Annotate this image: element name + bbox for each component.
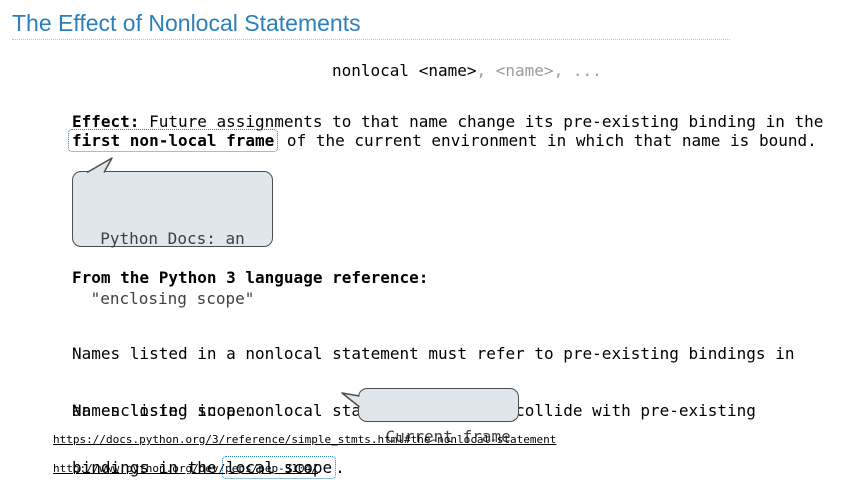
link-python-docs-nonlocal[interactable]: https://docs.python.org/3/reference/simp… [53,433,556,446]
callout-frame-pointer [341,392,362,408]
link-pep-3104[interactable]: http://www.python.org/dev/peps/pep-3104/ [53,462,318,475]
